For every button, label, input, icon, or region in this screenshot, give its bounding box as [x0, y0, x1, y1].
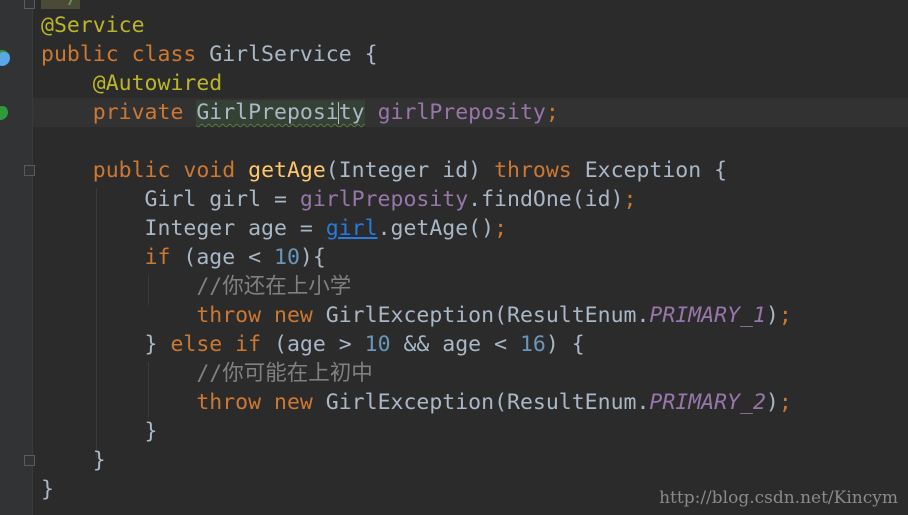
- code-token: Integer age =: [41, 216, 326, 241]
- code-token: GirlService {: [209, 42, 378, 67]
- code-line[interactable]: //你还在上小学: [33, 272, 908, 301]
- code-token: }: [41, 477, 54, 502]
- code-line[interactable]: if (age < 10){: [33, 243, 908, 272]
- code-token: @Service: [41, 13, 145, 38]
- code-token: ;: [494, 216, 508, 241]
- code-line[interactable]: throw new GirlException(ResultEnum.PRIMA…: [33, 301, 908, 330]
- code-token: throws: [494, 158, 585, 183]
- code-line[interactable]: }: [33, 446, 908, 475]
- code-line[interactable]: public class GirlService {: [33, 40, 908, 69]
- watermark: http://blog.csdn.net/Kincym: [659, 488, 898, 508]
- code-token: ;: [545, 100, 559, 125]
- code-token: Girl girl =: [41, 187, 300, 212]
- code-line[interactable]: public void getAge(Integer id) throws Ex…: [33, 156, 908, 185]
- code-line[interactable]: Girl girl = girlPreposity.findOne(id);: [33, 185, 908, 214]
- code-token: ) {: [545, 332, 585, 357]
- code-token: ty: [338, 100, 365, 125]
- code-token: .getAge(): [377, 216, 495, 241]
- code-token: PRIMARY_2: [649, 390, 766, 415]
- code-token: 16: [519, 332, 546, 357]
- code-token: ): [765, 303, 779, 328]
- code-token: 10: [364, 332, 391, 357]
- code-token: //你可能在上初中: [196, 361, 373, 386]
- code-token: .findOne(id): [468, 187, 624, 212]
- code-line[interactable]: } else if (age > 10 && age < 16) {: [33, 330, 908, 359]
- code-token: GirlPreposi: [196, 100, 339, 125]
- code-token: GirlException(ResultEnum.: [325, 303, 650, 328]
- code-token: girlPreposity: [377, 100, 546, 125]
- code-line[interactable]: private GirlPreposity girlPreposity;: [33, 98, 908, 127]
- editor-gutter[interactable]: [0, 0, 33, 515]
- code-token: else if: [170, 332, 275, 357]
- code-token: PRIMARY_1: [649, 303, 766, 328]
- code-token: ;: [778, 390, 792, 415]
- code-token: Exception {: [584, 158, 728, 183]
- code-token: @Autowired: [92, 71, 223, 96]
- code-token: getAge: [248, 158, 326, 183]
- code-token: && age <: [390, 332, 520, 357]
- code-token: GirlException(ResultEnum.: [325, 390, 650, 415]
- code-token: 10: [274, 245, 300, 270]
- code-token: throw new: [196, 303, 326, 328]
- code-token: if: [144, 245, 184, 270]
- code-token: }: [41, 419, 158, 444]
- code-token: girlPreposity: [299, 187, 469, 212]
- code-token: */: [41, 0, 80, 9]
- code-token: ): [765, 390, 779, 415]
- field-injection-icon[interactable]: [0, 106, 10, 122]
- code-token: ){: [299, 245, 326, 270]
- code-editor[interactable]: */@Servicepublic class GirlService { @Au…: [33, 0, 908, 515]
- code-token: throw new: [196, 390, 326, 415]
- code-token: ;: [623, 187, 637, 212]
- code-token: private: [92, 100, 197, 125]
- code-token: ;: [778, 303, 792, 328]
- code-token: }: [41, 332, 171, 357]
- code-token: girl: [325, 216, 378, 241]
- class-implementation-icon[interactable]: [0, 50, 10, 66]
- code-token: public void: [92, 158, 249, 183]
- code-line[interactable]: */: [33, 0, 908, 11]
- code-token: public class: [41, 42, 210, 67]
- code-line[interactable]: @Autowired: [33, 69, 908, 98]
- code-token: }: [41, 448, 106, 473]
- code-line[interactable]: throw new GirlException(ResultEnum.PRIMA…: [33, 388, 908, 417]
- code-token: (age <: [183, 245, 275, 270]
- code-token: //你还在上小学: [196, 274, 352, 299]
- code-token: (age >: [274, 332, 365, 357]
- code-line[interactable]: [33, 127, 908, 156]
- code-line[interactable]: }: [33, 417, 908, 446]
- code-token: (Integer id): [325, 158, 495, 183]
- code-line[interactable]: Integer age = girl.getAge();: [33, 214, 908, 243]
- code-line[interactable]: //你可能在上初中: [33, 359, 908, 388]
- code-line[interactable]: @Service: [33, 11, 908, 40]
